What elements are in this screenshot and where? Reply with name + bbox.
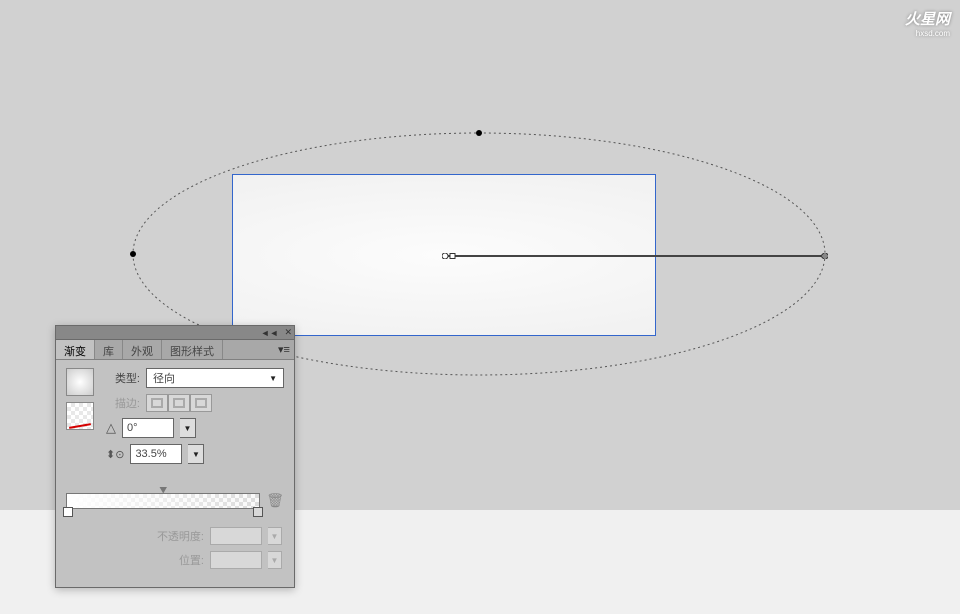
panel-close-icon[interactable]: ✕ [284, 327, 292, 338]
chevron-down-icon: ▼ [269, 374, 277, 383]
stroke-gradient-mode-group [146, 394, 212, 412]
ellipse-handle-top[interactable] [476, 130, 482, 136]
gradient-type-select[interactable]: 径向 ▼ [146, 368, 284, 388]
stroke-mode-within[interactable] [146, 394, 168, 412]
panel-collapse-icon[interactable]: ◄◄ [261, 328, 279, 338]
position-input [210, 551, 262, 569]
type-label: 类型: [106, 370, 140, 386]
tab-swatches[interactable]: 库 [95, 340, 123, 359]
opacity-label: 不透明度: [157, 528, 204, 544]
panel-menu-icon[interactable]: ▾≡ [274, 340, 294, 359]
stroke-label: 描边: [106, 395, 140, 411]
aspect-input[interactable]: 33.5% [130, 444, 182, 464]
gradient-stop-start[interactable] [63, 507, 73, 517]
gradient-stop-end[interactable] [253, 507, 263, 517]
panel-header[interactable]: ◄◄ ✕ [56, 326, 294, 340]
watermark-brand: 火星网 [905, 11, 950, 28]
panel-tabs: 渐变 库 外观 图形样式 ▾≡ [56, 340, 294, 360]
gradient-panel: ◄◄ ✕ 渐变 库 外观 图形样式 ▾≡ 类型: 径向 ▼ 描边: [55, 325, 295, 588]
angle-icon: △ [106, 420, 116, 436]
gradient-type-value: 径向 [153, 370, 175, 386]
stroke-mode-across[interactable] [190, 394, 212, 412]
angle-dropdown[interactable]: ▼ [180, 418, 196, 438]
position-label: 位置: [179, 552, 204, 568]
gradient-stroke-swatch[interactable] [66, 402, 94, 430]
tab-gradient[interactable]: 渐变 [56, 340, 95, 359]
angle-input[interactable]: 0° [122, 418, 174, 438]
stroke-mode-along[interactable] [168, 394, 190, 412]
tab-appearance[interactable]: 外观 [123, 340, 162, 359]
selected-rectangle-shape[interactable] [232, 174, 656, 336]
gradient-ramp[interactable] [66, 493, 260, 509]
aspect-dropdown[interactable]: ▼ [188, 444, 204, 464]
gradient-midpoint[interactable] [159, 487, 167, 494]
watermark: 火星网 hxsd.com [905, 8, 950, 38]
opacity-dropdown: ▼ [268, 527, 282, 545]
delete-stop-icon[interactable]: 🗑 [266, 492, 284, 509]
aspect-ratio-icon: ⬍⊙ [106, 448, 124, 461]
tab-graphic-styles[interactable]: 图形样式 [162, 340, 223, 359]
gradient-fill-swatch[interactable] [66, 368, 94, 396]
gradient-end-handle[interactable] [821, 253, 828, 259]
position-dropdown: ▼ [268, 551, 282, 569]
ellipse-handle-left[interactable] [130, 251, 136, 257]
opacity-input [210, 527, 262, 545]
watermark-url: hxsd.com [905, 29, 950, 38]
panel-body: 类型: 径向 ▼ 描边: △ 0° ▼ ⬍⊙ [56, 360, 294, 587]
